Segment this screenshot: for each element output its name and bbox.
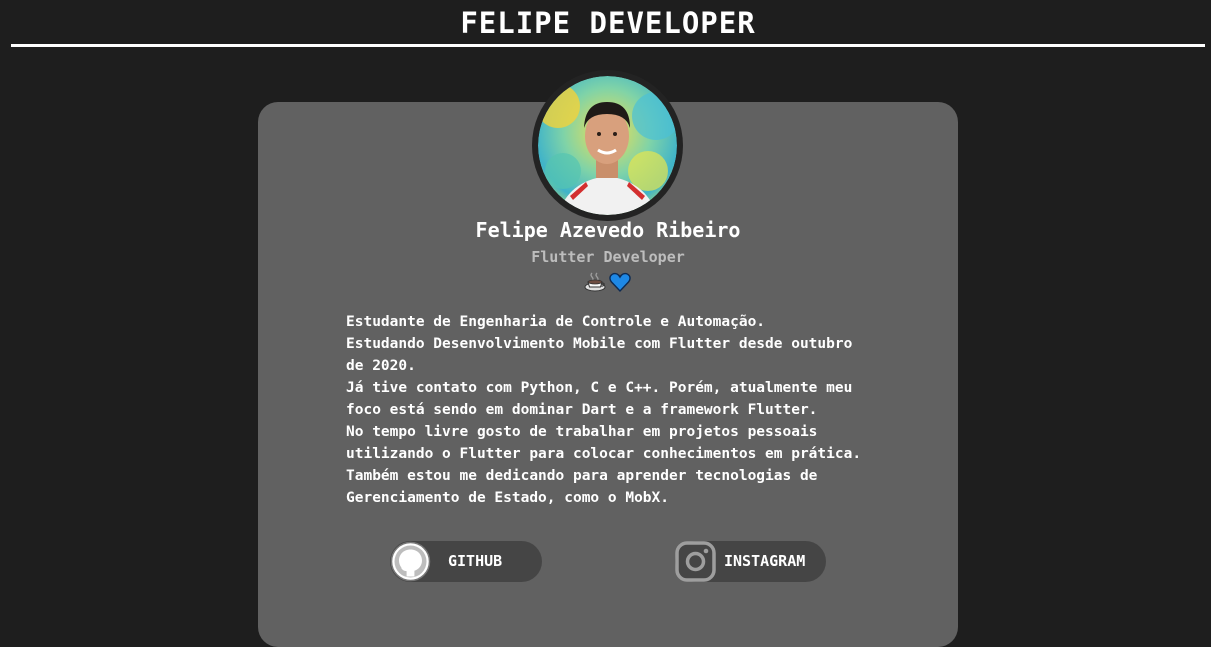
bio-line: de 2020. — [346, 358, 416, 374]
bio-line: Gerenciamento de Estado, como o MobX. — [346, 490, 670, 506]
bio-text: Estudante de Engenharia de Controle e Au… — [346, 311, 886, 509]
github-button[interactable]: GITHUB — [390, 541, 542, 582]
bio-line: Estudando Desenvolvimento Mobile com Flu… — [346, 336, 853, 352]
coffee-icon — [584, 272, 606, 292]
page-header: FELIPE DEVELOPER — [11, 0, 1205, 47]
bio-line: No tempo livre gosto de trabalhar em pro… — [346, 424, 818, 440]
bio-line: Estudante de Engenharia de Controle e Au… — [346, 314, 766, 330]
bio-line: Já tive contato com Python, C e C++. Por… — [346, 380, 853, 396]
bio-line: Também estou me dedicando para aprender … — [346, 468, 818, 484]
bio-line: utilizando o Flutter para colocar conhec… — [346, 446, 862, 462]
blue-heart-icon — [609, 272, 631, 293]
page-title: FELIPE DEVELOPER — [460, 6, 756, 40]
profile-name: Felipe Azevedo Ribeiro — [475, 218, 741, 242]
github-label: GITHUB — [448, 552, 503, 570]
emoji-row — [584, 271, 631, 293]
avatar — [532, 70, 683, 221]
instagram-button[interactable]: INSTAGRAM — [675, 541, 826, 582]
bio-line: foco está sendo em dominar Dart e a fram… — [346, 402, 818, 418]
profile-role: Flutter Developer — [531, 248, 685, 266]
instagram-label: INSTAGRAM — [724, 552, 806, 570]
instagram-icon — [675, 541, 716, 582]
avatar-photo — [538, 76, 677, 215]
github-icon — [390, 541, 431, 582]
